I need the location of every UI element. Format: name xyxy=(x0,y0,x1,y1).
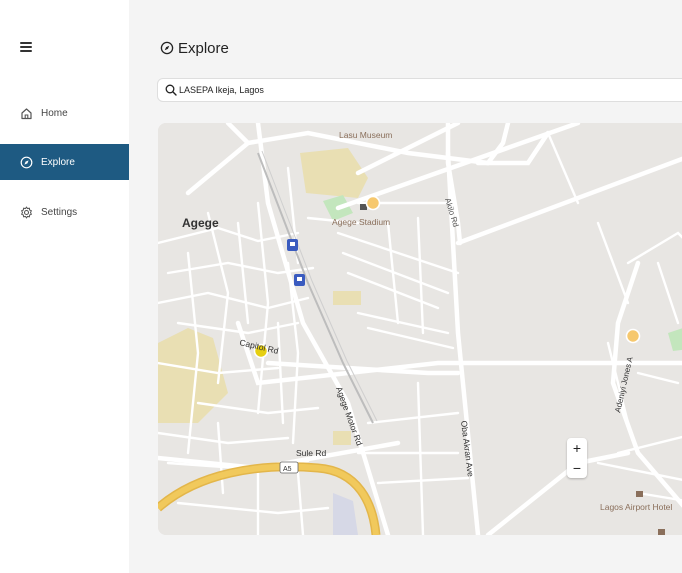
sand-area xyxy=(333,431,351,445)
map-label-agege: Agege xyxy=(182,216,219,230)
sidebar-item-label: Explore xyxy=(41,156,75,168)
sidebar-item-label: Home xyxy=(41,107,68,119)
sidebar-item-explore[interactable]: Explore xyxy=(0,144,129,180)
search-icon xyxy=(165,84,177,96)
map-canvas[interactable]: Lasu Museum Agege Agege Stadium Akilo Rd… xyxy=(158,123,682,535)
hotel-icon xyxy=(658,529,665,535)
map-marker[interactable] xyxy=(365,195,381,211)
compass-icon xyxy=(160,41,174,55)
map-label-a5: A5 xyxy=(283,466,292,473)
zoom-in-button[interactable]: + xyxy=(567,438,587,458)
sidebar-item-settings[interactable]: Settings xyxy=(0,194,129,230)
zoom-controls: + − xyxy=(567,438,587,478)
map-label-lagos-airport-hotel: Lagos Airport Hotel xyxy=(600,502,672,512)
page-header: Explore xyxy=(160,38,229,58)
compass-icon xyxy=(20,156,33,169)
map-view[interactable]: Lasu Museum Agege Agege Stadium Akilo Rd… xyxy=(158,123,682,535)
sand-area xyxy=(333,291,361,305)
gear-icon xyxy=(20,206,33,219)
sidebar: Home Explore Settings xyxy=(0,0,129,573)
map-label-lasu-museum: Lasu Museum xyxy=(339,130,392,140)
search-input[interactable] xyxy=(179,82,679,98)
stadium-icon xyxy=(360,204,367,210)
hamburger-menu-icon[interactable] xyxy=(20,42,32,52)
search-bar xyxy=(157,78,682,102)
hotel-icon xyxy=(636,491,643,497)
home-icon xyxy=(20,107,33,120)
zoom-out-button[interactable]: − xyxy=(567,458,587,478)
map-label-sule-rd: Sule Rd xyxy=(296,448,327,458)
sidebar-item-home[interactable]: Home xyxy=(0,95,129,131)
page-title: Explore xyxy=(178,39,229,57)
map-marker[interactable] xyxy=(625,328,641,344)
sidebar-item-label: Settings xyxy=(41,206,78,218)
map-label-agege-stadium: Agege Stadium xyxy=(332,217,390,227)
